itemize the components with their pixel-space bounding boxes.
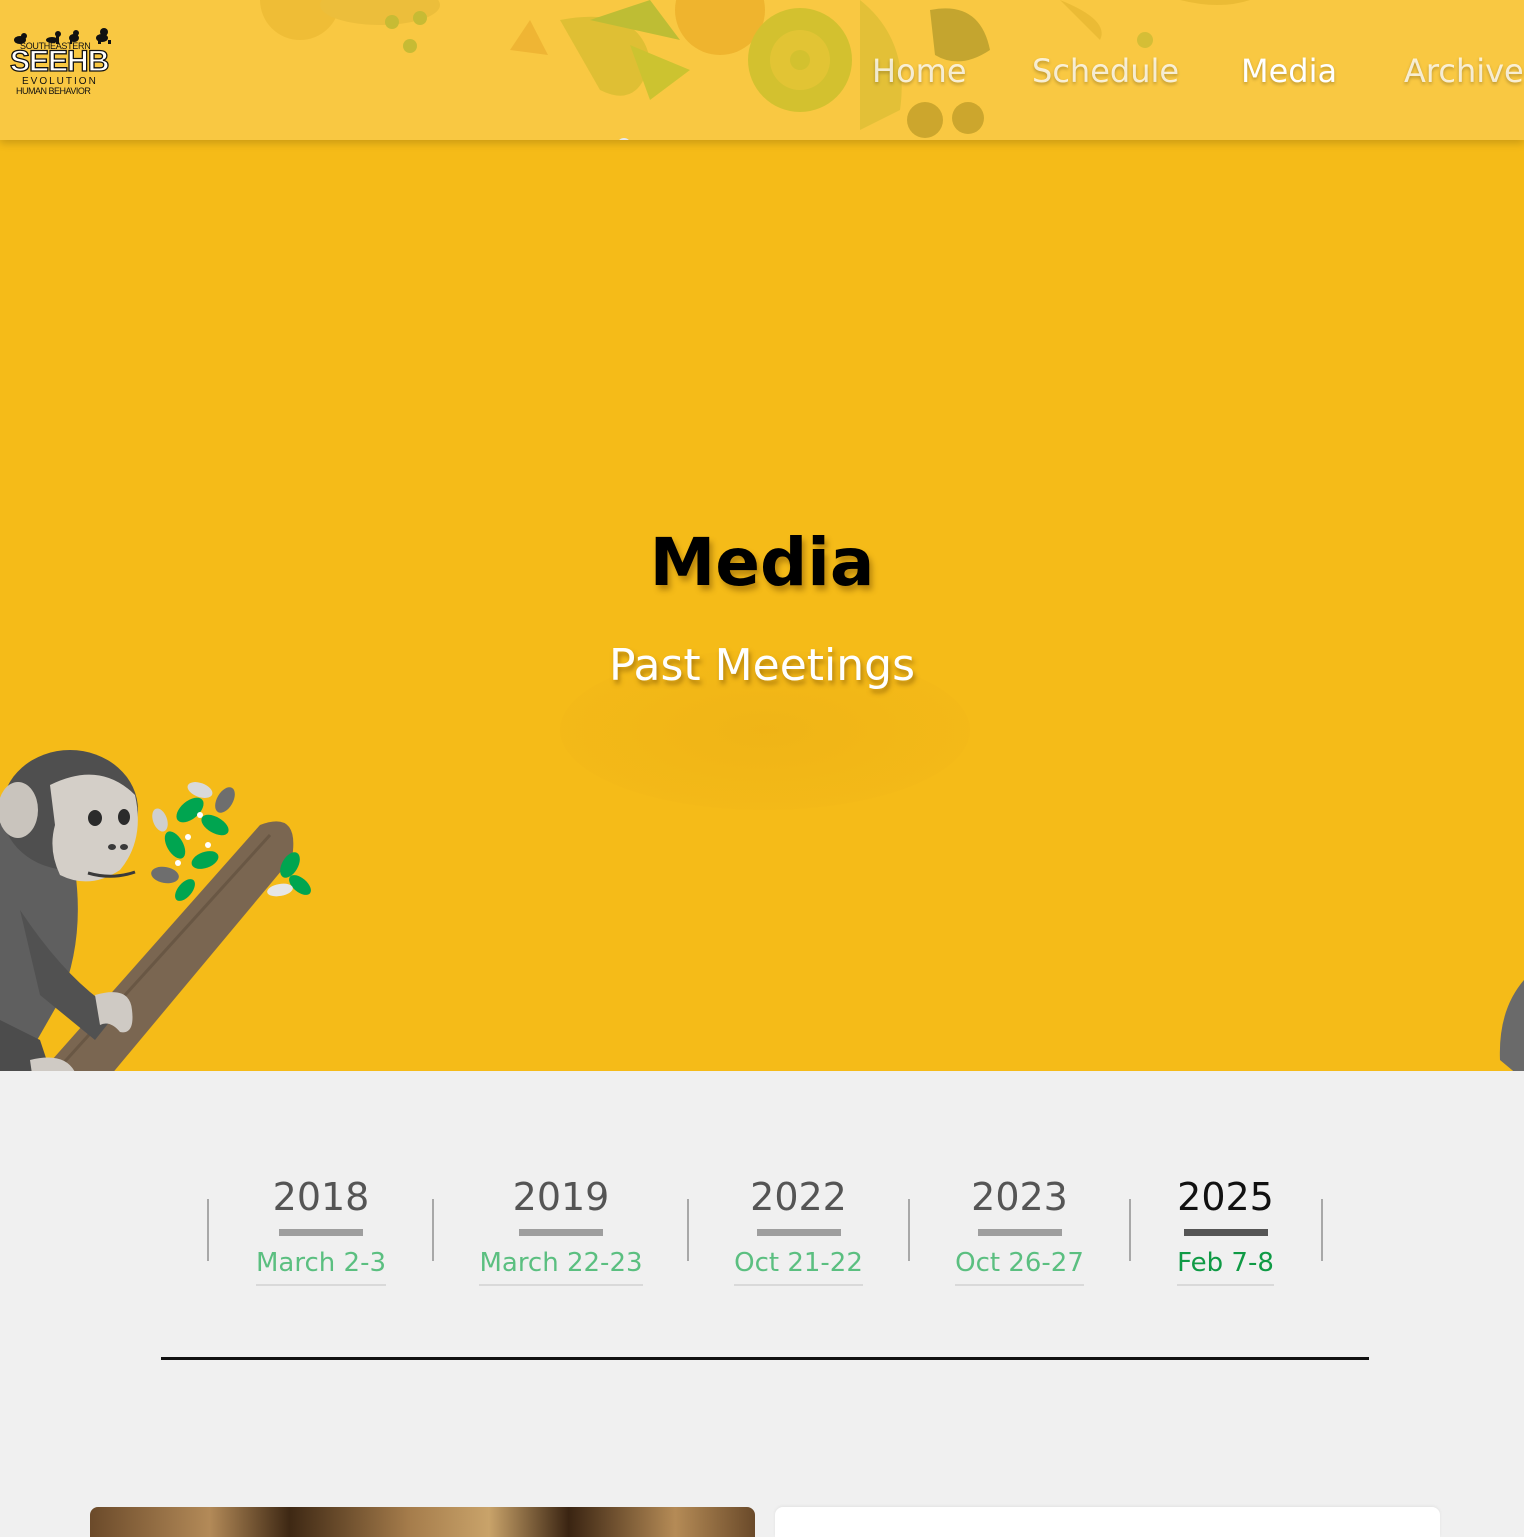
logo-main-text: SEEHB	[9, 45, 110, 78]
timeline-year-bar	[1183, 1229, 1268, 1236]
timeline-rule	[161, 1357, 1369, 1360]
chimpanzee-right-illustration	[1499, 980, 1524, 1071]
timeline-divider	[432, 1199, 434, 1261]
timeline-year: 2018	[272, 1175, 370, 1219]
timeline-year: 2025	[1177, 1175, 1274, 1219]
nav-link-schedule[interactable]: Schedule	[1032, 48, 1179, 94]
timeline-divider	[687, 1199, 689, 1261]
timeline-year: 2022	[750, 1175, 847, 1219]
page-title: Media	[649, 524, 875, 601]
chimpanzee-illustration	[0, 750, 311, 1071]
timeline-item-2019[interactable]: 2019 March 22-23	[465, 1171, 657, 1286]
timeline-year-bar	[279, 1229, 363, 1236]
nav-link-archive[interactable]: Archive	[1404, 48, 1524, 94]
timeline-year: 2019	[512, 1175, 610, 1219]
logo-bottom-text: HUMAN BEHAVIOR	[16, 86, 91, 96]
seehb-logo[interactable]: SOUTHEASTERN SEEHB EVOLUTION HUMAN BEHAV…	[8, 26, 116, 102]
timeline-year-bar	[519, 1229, 603, 1236]
timeline-divider	[1129, 1199, 1131, 1261]
timeline-year-bar	[756, 1229, 841, 1236]
nav-link-media[interactable]: Media	[1241, 48, 1337, 94]
timeline-divider	[908, 1199, 910, 1261]
timeline-date-link[interactable]: March 22-23	[479, 1246, 643, 1286]
timeline-item-2025[interactable]: 2025 Feb 7-8	[1160, 1171, 1291, 1286]
timeline-date-link[interactable]: Feb 7-8	[1177, 1246, 1274, 1286]
timeline-year: 2023	[971, 1175, 1068, 1219]
timeline-date-link[interactable]: March 2-3	[256, 1246, 386, 1286]
hero-banner: Media Past Meetings	[0, 0, 1524, 1071]
nav-link-home[interactable]: Home	[872, 48, 967, 94]
timeline-date-link[interactable]: Oct 26-27	[955, 1246, 1084, 1286]
timeline-item-2022[interactable]: 2022 Oct 21-22	[718, 1171, 879, 1286]
timeline-divider	[1321, 1199, 1323, 1261]
media-card[interactable]	[775, 1507, 1440, 1537]
timeline-year-bar	[977, 1229, 1062, 1236]
timeline-item-2023[interactable]: 2023 Oct 26-27	[939, 1171, 1100, 1286]
timeline-date-link[interactable]: Oct 21-22	[734, 1246, 863, 1286]
timeline-divider	[207, 1199, 209, 1261]
media-card-photo[interactable]	[90, 1507, 755, 1537]
site-header: SOUTHEASTERN SEEHB EVOLUTION HUMAN BEHAV…	[0, 0, 1524, 140]
timeline-item-2018[interactable]: 2018 March 2-3	[240, 1171, 402, 1286]
page-subtitle: Past Meetings	[608, 640, 915, 691]
meetings-timeline: 2018 March 2-3 2019 March 22-23 2022 Oct…	[0, 1071, 1524, 1537]
